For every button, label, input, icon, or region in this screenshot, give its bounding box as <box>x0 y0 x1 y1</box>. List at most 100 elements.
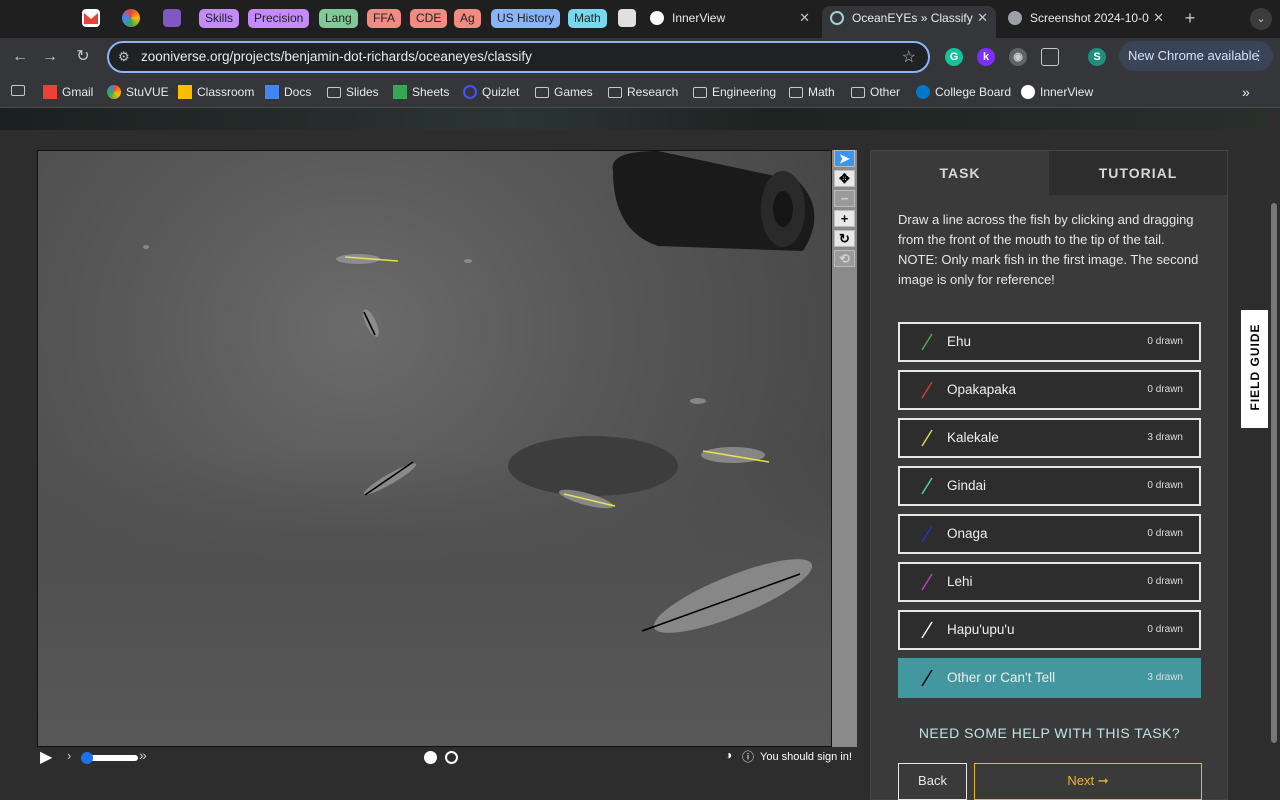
reload-icon[interactable]: ↻ <box>73 47 93 67</box>
bookmark-research[interactable]: Research <box>608 83 678 101</box>
bookmark-math[interactable]: Math <box>789 83 835 101</box>
quizlet-icon <box>463 85 477 99</box>
back-arrow-icon[interactable]: ← <box>10 47 30 67</box>
choice-count: 0 drawn <box>1147 384 1183 395</box>
close-icon[interactable]: ✕ <box>799 6 810 30</box>
choice-count: 3 drawn <box>1147 672 1183 683</box>
tab-strip: Skills Precision Lang FFA CDE Ag US Hist… <box>0 0 1280 38</box>
apps-folder-icon[interactable] <box>11 83 25 101</box>
bookmark-classroom[interactable]: Classroom <box>178 83 254 101</box>
bookmark-slides[interactable]: Slides <box>327 83 379 101</box>
bookmark-quizlet[interactable]: Quizlet <box>463 83 519 101</box>
bookmark-other[interactable]: Other <box>851 83 900 101</box>
tab-innerview[interactable]: InnerView ✕ <box>642 6 818 38</box>
zoom-out-icon[interactable]: − <box>834 190 855 207</box>
slider-thumb[interactable] <box>81 752 93 764</box>
invert-icon[interactable]: ◑ <box>725 748 732 762</box>
site-info-icon[interactable]: ⚙ <box>118 49 130 65</box>
bookmark-label: Quizlet <box>482 85 520 99</box>
choice-count: 3 drawn <box>1147 432 1183 443</box>
page-scrollbar[interactable] <box>1268 108 1280 800</box>
stuvue-tab-icon[interactable] <box>122 9 140 27</box>
address-bar[interactable]: ⚙ zooniverse.org/projects/benjamin-dot-r… <box>107 41 930 73</box>
tab-title: Screenshot 2024-10-0 <box>1030 11 1149 25</box>
species-choice[interactable]: Onaga 0 drawn <box>898 514 1201 554</box>
scrollbar-thumb[interactable] <box>1271 203 1277 743</box>
next-button[interactable]: Next ➞ <box>974 763 1202 800</box>
blank-tab-icon[interactable] <box>618 9 636 27</box>
drawing-canvas[interactable] <box>38 151 832 747</box>
list-tab-icon[interactable] <box>163 9 181 27</box>
slower-icon[interactable]: › <box>67 748 71 763</box>
move-tool-icon[interactable]: ✥ <box>834 170 855 187</box>
bookmark-engineering[interactable]: Engineering <box>693 83 776 101</box>
puzzle-icon[interactable] <box>1041 48 1059 66</box>
choice-count: 0 drawn <box>1147 528 1183 539</box>
species-choice[interactable]: Ehu 0 drawn <box>898 322 1201 362</box>
species-choice[interactable]: Lehi 0 drawn <box>898 562 1201 602</box>
docs-icon <box>265 85 279 99</box>
choice-label: Opakapaka <box>947 382 1017 397</box>
species-choice[interactable]: Hapu'upu'u 0 drawn <box>898 610 1201 650</box>
bookmark-gmail[interactable]: Gmail <box>43 83 93 101</box>
tab-task[interactable]: TASK <box>871 151 1049 195</box>
menu-kebab-icon[interactable]: ⋮ <box>1252 41 1265 71</box>
zoom-in-icon[interactable]: + <box>834 210 855 227</box>
back-button[interactable]: Back <box>898 763 967 800</box>
bookmark-sheets[interactable]: Sheets <box>393 83 449 101</box>
close-icon[interactable]: ✕ <box>1153 6 1164 30</box>
species-choice[interactable]: Gindai 0 drawn <box>898 466 1201 506</box>
frame-dot-1[interactable] <box>424 751 437 764</box>
tab-group-skills[interactable]: Skills <box>199 9 240 28</box>
new-tab-button[interactable]: + <box>1180 8 1200 28</box>
project-banner <box>0 108 1280 130</box>
line-tool-icon <box>921 477 933 495</box>
more-bookmarks-icon[interactable]: » <box>1242 83 1250 101</box>
tab-group-cde[interactable]: CDE <box>410 9 448 28</box>
rotate-icon[interactable]: ↻ <box>834 230 855 247</box>
line-tool-icon <box>921 621 933 639</box>
info-icon[interactable]: ⓘ <box>742 748 754 765</box>
other-line[interactable] <box>364 461 414 496</box>
species-choice[interactable]: Opakapaka 0 drawn <box>898 370 1201 410</box>
tab-screenshot[interactable]: Screenshot 2024-10-0 ✕ <box>1000 6 1172 38</box>
new-chrome-button[interactable]: New Chrome available ⋮ <box>1119 41 1273 71</box>
bookmark-star-icon[interactable]: ☆ <box>902 47 916 67</box>
tab-group-ffa[interactable]: FFA <box>367 9 402 28</box>
bookmark-stuvue[interactable]: StuVUE <box>107 83 169 101</box>
field-guide-tab[interactable]: FIELD GUIDE <box>1241 310 1268 428</box>
close-icon[interactable]: ✕ <box>977 6 988 30</box>
tab-group-ag[interactable]: Ag <box>454 9 481 28</box>
tab-group-math[interactable]: Math <box>568 9 607 28</box>
instruction-note: NOTE: Only mark fish in the first image.… <box>898 252 1199 287</box>
species-choice[interactable]: Kalekale 3 drawn <box>898 418 1201 458</box>
bookmark-docs[interactable]: Docs <box>265 83 311 101</box>
bookmark-innerview[interactable]: InnerView <box>1021 83 1093 101</box>
tab-group-lang[interactable]: Lang <box>319 9 358 28</box>
tab-oceaneyes[interactable]: OceanEYEs » Classify ✕ <box>822 6 996 38</box>
help-link[interactable]: NEED SOME HELP WITH THIS TASK? <box>898 725 1201 741</box>
tab-search-button[interactable]: ⌄ <box>1250 8 1272 30</box>
play-icon[interactable]: ▶ <box>40 747 52 767</box>
tab-tutorial[interactable]: TUTORIAL <box>1049 151 1227 195</box>
profile-avatar[interactable]: S <box>1088 48 1106 66</box>
frame-dot-2[interactable] <box>445 751 458 764</box>
line-tool-icon <box>921 525 933 543</box>
choice-label: Ehu <box>947 334 972 349</box>
forward-arrow-icon[interactable]: → <box>40 47 60 67</box>
bookmark-games[interactable]: Games <box>535 83 593 101</box>
tab-group-precision[interactable]: Precision <box>248 9 310 28</box>
gmail-tab-icon[interactable] <box>82 9 100 27</box>
faster-icon[interactable]: » <box>139 747 147 763</box>
collegeboard-icon <box>916 85 930 99</box>
reset-view-icon[interactable]: ⟲ <box>834 250 855 267</box>
grammarly-icon[interactable]: G <box>945 48 963 66</box>
speed-slider[interactable] <box>81 752 138 764</box>
bookmark-college-board[interactable]: College Board <box>916 83 1011 101</box>
pointer-tool-icon[interactable]: ➤ <box>834 150 855 167</box>
kami-icon[interactable]: k <box>977 48 995 66</box>
subject-image[interactable] <box>37 150 832 747</box>
tab-group-us-history[interactable]: US History <box>491 9 561 28</box>
species-choice[interactable]: Other or Can't Tell 3 drawn <box>898 658 1201 698</box>
extension-icon[interactable]: ◉ <box>1009 48 1027 66</box>
